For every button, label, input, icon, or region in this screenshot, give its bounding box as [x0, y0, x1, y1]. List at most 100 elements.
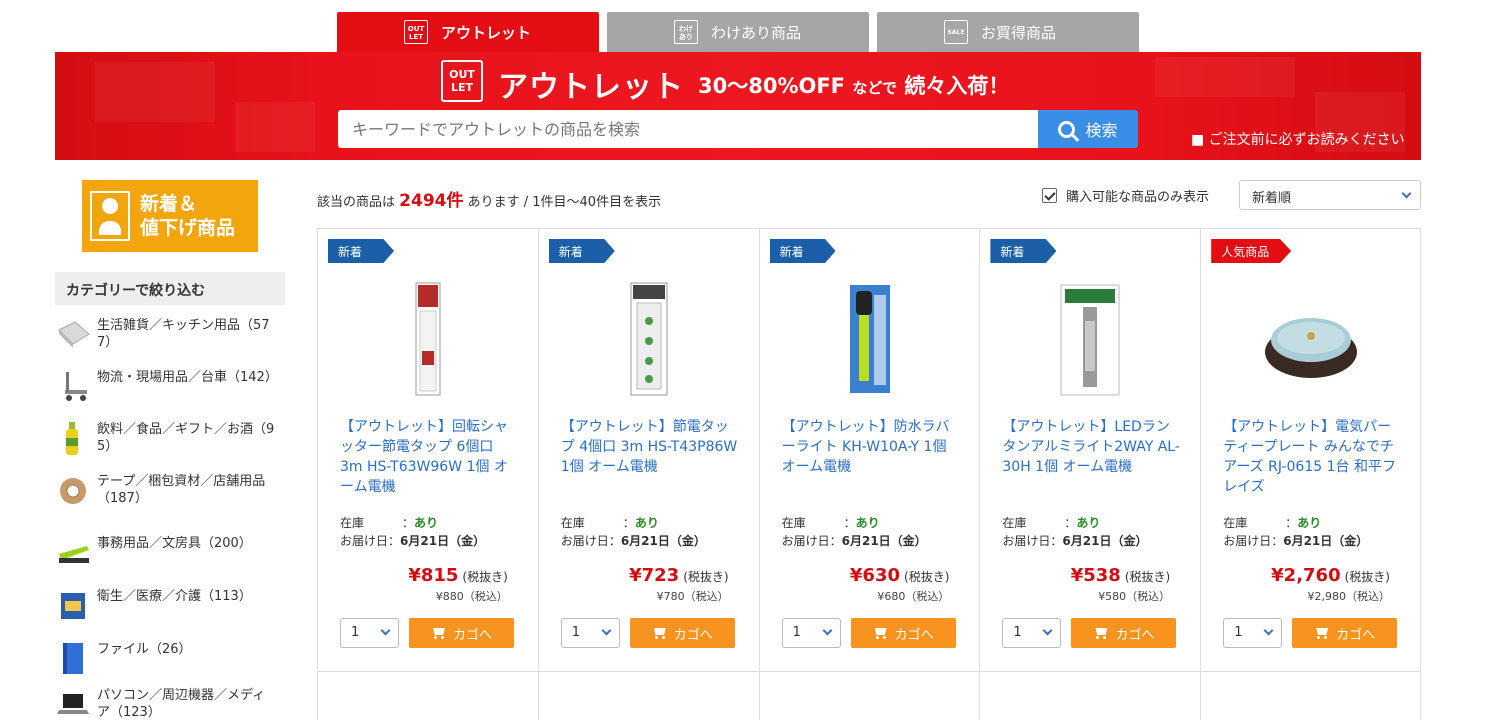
outlet-icon: OUT LET: [404, 20, 428, 44]
stock-status: あり: [634, 516, 659, 530]
price-inc-tax: ¥680（税込）: [877, 590, 950, 603]
cart-icon: [873, 627, 889, 639]
price-inc-tax: ¥880（税込）: [435, 590, 508, 603]
wakeari-icon: わけ あり: [674, 20, 698, 44]
chevron-down-icon: [601, 625, 612, 636]
category-item[interactable]: 事務用品／文房具（200）: [55, 534, 285, 570]
available-only-filter[interactable]: 購入可能な商品のみ表示: [1042, 186, 1209, 205]
price-ex-tax: ¥723: [629, 565, 680, 586]
promo-line-2: 値下げ商品: [140, 217, 236, 239]
tab-outlet[interactable]: OUT LET アウトレット: [337, 12, 599, 52]
price-ex-tax: ¥538: [1070, 565, 1121, 586]
outlet-banner: OUTLET アウトレット 30〜80%OFF などで 続々入荷！ 検索 ■ ご…: [55, 52, 1421, 160]
medical-icon: [55, 587, 91, 623]
category-item[interactable]: 物流・現場用品／台車（142）: [55, 368, 285, 404]
quantity-select[interactable]: 1: [1002, 618, 1062, 648]
product-card-placeholder: [539, 672, 760, 720]
banner-discount: 30〜80%OFF などで 続々入荷！: [698, 74, 1010, 98]
cart-icon: [1093, 627, 1109, 639]
category-item[interactable]: 飲料／食品／ギフト／お酒（95）: [55, 420, 285, 456]
search-button[interactable]: 検索: [1038, 110, 1138, 148]
product-name-link[interactable]: 【アウトレット】節電タップ 4個口 3m HS-T43P86W 1個 オーム電機: [561, 417, 741, 477]
product-card-placeholder: [760, 672, 981, 720]
cart-icon: [652, 627, 668, 639]
product-card-placeholder: [980, 672, 1202, 720]
product-image[interactable]: [820, 281, 920, 399]
add-to-cart-button[interactable]: カゴへ: [1071, 618, 1177, 648]
product-stock-info: 在庫 ：あり お届け日：6月21日（金）: [340, 516, 486, 548]
cart-icon: [1314, 627, 1330, 639]
stock-status: あり: [855, 516, 880, 530]
product-image[interactable]: [599, 281, 699, 399]
category-item[interactable]: 生活雑貨／キッチン用品（577）: [55, 316, 285, 352]
outlet-logo-icon: OUT LET: [441, 60, 483, 102]
tab-label: わけあり商品: [711, 23, 802, 42]
chevron-down-icon: [1263, 625, 1274, 636]
kitchen-icon: [55, 316, 91, 352]
sort-select[interactable]: 新着順: [1239, 180, 1421, 210]
tape-icon: [55, 472, 91, 508]
product-price: ¥723 (税抜き) ¥780（税込）: [629, 565, 729, 603]
product-image[interactable]: [1040, 281, 1140, 399]
add-to-cart-button[interactable]: カゴへ: [1292, 618, 1398, 648]
tab-label: アウトレット: [441, 23, 532, 42]
checkbox-checked-icon[interactable]: [1042, 188, 1057, 203]
price-ex-tax: ¥815: [408, 565, 459, 586]
category-item[interactable]: テープ／梱包資材／店舗用品（187）: [55, 472, 285, 508]
product-price: ¥630 (税抜き) ¥680（税込）: [849, 565, 950, 603]
new-and-discount-promo[interactable]: 新着＆ 値下げ商品: [82, 180, 258, 252]
notice-link[interactable]: ■ ご注文前に必ずお読みください: [1191, 129, 1405, 149]
tab-label: お買得商品: [981, 23, 1057, 42]
product-card: 新着 【アウトレット】回転シャッター節電タップ 6個口 3m HS-T63W96…: [318, 229, 539, 672]
add-to-cart-button[interactable]: カゴへ: [409, 618, 514, 648]
product-image[interactable]: [378, 281, 478, 399]
quantity-select[interactable]: 1: [340, 618, 399, 648]
product-price: ¥2,760 (税抜き) ¥2,980（税込）: [1271, 565, 1390, 603]
product-card: 新着 【アウトレット】防水ラバーライト KH-W10A-Y 1個 オーム電機 在…: [759, 229, 981, 672]
product-card: 新着 【アウトレット】LEDランタンアルミライト2WAY AL-30H 1個 オ…: [980, 229, 1202, 672]
promo-line-1: 新着＆: [140, 193, 198, 215]
chevron-down-icon: [1401, 188, 1412, 199]
result-count: 2494件: [399, 191, 464, 211]
chevron-down-icon: [380, 625, 391, 636]
price-inc-tax: ¥2,980（税込）: [1307, 590, 1390, 603]
delivery-date: 6月21日（金）: [1283, 534, 1369, 548]
product-card-placeholder: [318, 672, 539, 720]
product-badge: 人気商品: [1211, 239, 1292, 263]
product-card: 人気商品 【アウトレット】電気パーティープレート みんなでチアーズ RJ-061…: [1201, 229, 1421, 672]
quantity-select[interactable]: 1: [1223, 618, 1283, 648]
product-name-link[interactable]: 【アウトレット】LEDランタンアルミライト2WAY AL-30H 1個 オーム電…: [1002, 417, 1182, 477]
product-name-link[interactable]: 【アウトレット】防水ラバーライト KH-W10A-Y 1個 オーム電機: [782, 417, 962, 477]
cart-truck-icon: [55, 368, 91, 404]
product-price: ¥815 (税抜き) ¥880（税込）: [408, 565, 508, 603]
price-ex-tax: ¥2,760: [1271, 565, 1341, 586]
category-item[interactable]: 衛生／医療／介護（113）: [55, 587, 285, 623]
product-image[interactable]: [1261, 281, 1361, 399]
product-card-placeholder: [1201, 672, 1421, 720]
category-item[interactable]: ファイル（26）: [55, 640, 285, 676]
results-summary: 該当の商品は 2494件 あります / 1件目〜40件目を表示: [317, 191, 662, 211]
price-ex-tax: ¥630: [849, 565, 901, 586]
laptop-icon: [55, 686, 91, 720]
product-stock-info: 在庫 ：あり お届け日：6月21日（金）: [560, 516, 706, 548]
add-to-cart-button[interactable]: カゴへ: [850, 618, 956, 648]
file-icon: [55, 640, 91, 676]
sale-icon: SALE: [944, 20, 968, 44]
add-to-cart-button[interactable]: カゴへ: [629, 618, 735, 648]
tab-sale[interactable]: SALE お買得商品: [877, 12, 1139, 52]
chevron-down-icon: [822, 625, 833, 636]
category-item[interactable]: パソコン／周辺機器／メディア（123）: [55, 686, 285, 720]
tab-wakeari[interactable]: わけ あり わけあり商品: [607, 12, 869, 52]
product-name-link[interactable]: 【アウトレット】回転シャッター節電タップ 6個口 3m HS-T63W96W 1…: [340, 417, 520, 497]
product-stock-info: 在庫 ：あり お届け日：6月21日（金）: [1002, 516, 1148, 548]
person-icon: [90, 191, 130, 241]
product-name-link[interactable]: 【アウトレット】電気パーティープレート みんなでチアーズ RJ-0615 1台 …: [1223, 417, 1403, 497]
stock-status: あり: [414, 516, 439, 530]
delivery-date: 6月21日（金）: [620, 534, 706, 548]
search-input[interactable]: [338, 110, 1038, 148]
category-heading: カテゴリーで絞り込む: [55, 272, 285, 305]
category-tabs: OUT LET アウトレット わけ あり わけあり商品 SALE お買得商品: [337, 12, 1147, 52]
quantity-select[interactable]: 1: [781, 618, 841, 648]
price-inc-tax: ¥780（税込）: [656, 590, 729, 603]
quantity-select[interactable]: 1: [560, 618, 620, 648]
